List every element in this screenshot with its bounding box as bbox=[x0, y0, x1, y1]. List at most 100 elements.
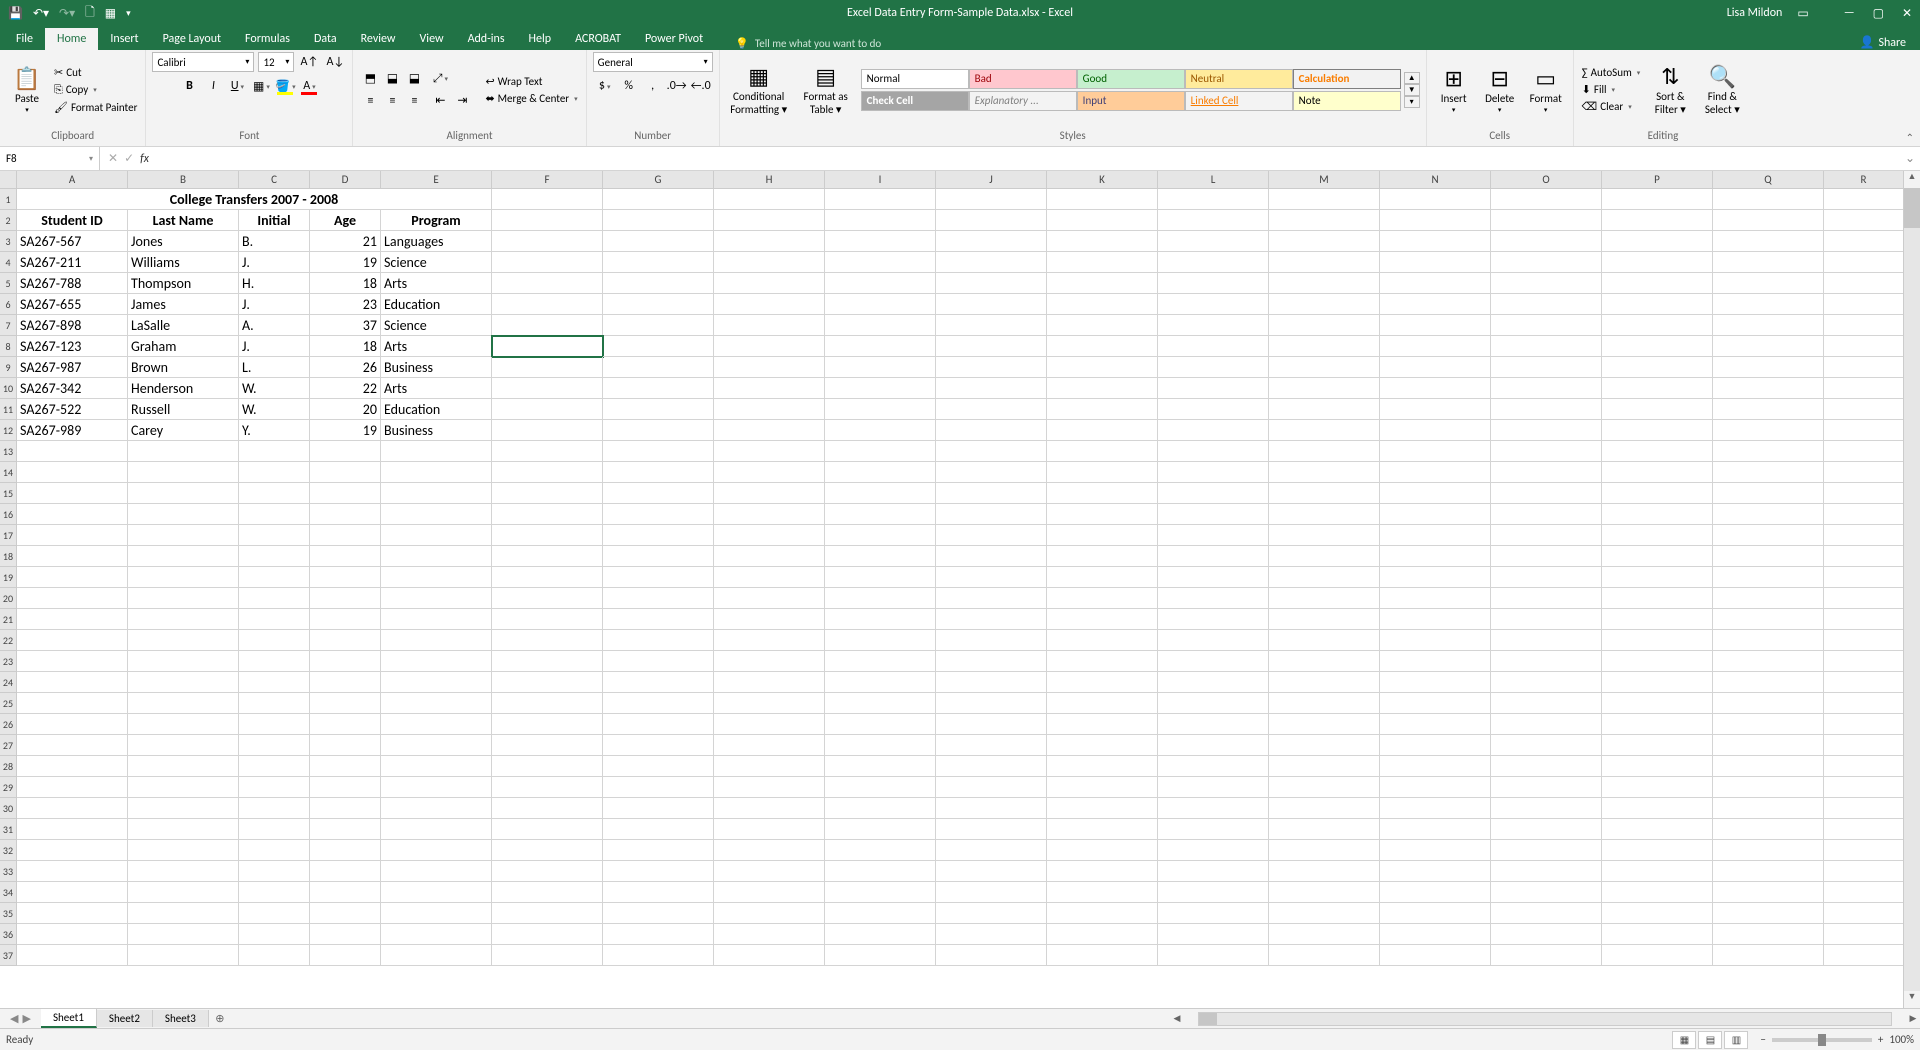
page-break-view-button[interactable]: ▥ bbox=[1724, 1031, 1748, 1049]
row-header-34[interactable]: 34 bbox=[0, 882, 17, 903]
cell-L29[interactable] bbox=[1158, 777, 1269, 798]
cell-C26[interactable] bbox=[239, 714, 310, 735]
cell-Q9[interactable] bbox=[1713, 357, 1824, 378]
cell-B26[interactable] bbox=[128, 714, 239, 735]
cell-D21[interactable] bbox=[310, 609, 381, 630]
cell-L15[interactable] bbox=[1158, 483, 1269, 504]
cell-P24[interactable] bbox=[1602, 672, 1713, 693]
italic-button[interactable]: I bbox=[202, 76, 224, 96]
cell-P26[interactable] bbox=[1602, 714, 1713, 735]
share-button[interactable]: 👤 Share bbox=[1859, 35, 1906, 50]
zoom-out-button[interactable]: − bbox=[1760, 1033, 1765, 1046]
cell-E20[interactable] bbox=[381, 588, 492, 609]
cell-H28[interactable] bbox=[714, 756, 825, 777]
cell-A19[interactable] bbox=[17, 567, 128, 588]
cell-Q15[interactable] bbox=[1713, 483, 1824, 504]
cell-P18[interactable] bbox=[1602, 546, 1713, 567]
cell-P19[interactable] bbox=[1602, 567, 1713, 588]
row-header-27[interactable]: 27 bbox=[0, 735, 17, 756]
cell-H3[interactable] bbox=[714, 231, 825, 252]
cell-J16[interactable] bbox=[936, 504, 1047, 525]
cell-M1[interactable] bbox=[1269, 189, 1380, 210]
cell-G7[interactable] bbox=[603, 315, 714, 336]
tab-file[interactable]: File bbox=[4, 28, 45, 50]
cell-F13[interactable] bbox=[492, 441, 603, 462]
cell-L6[interactable] bbox=[1158, 294, 1269, 315]
cell-M15[interactable] bbox=[1269, 483, 1380, 504]
cell-G18[interactable] bbox=[603, 546, 714, 567]
style-check-cell[interactable]: Check Cell bbox=[861, 91, 969, 111]
cell-M28[interactable] bbox=[1269, 756, 1380, 777]
cell-E35[interactable] bbox=[381, 903, 492, 924]
cell-I21[interactable] bbox=[825, 609, 936, 630]
cell-I17[interactable] bbox=[825, 525, 936, 546]
cell-M37[interactable] bbox=[1269, 945, 1380, 966]
new-sheet-button[interactable]: ⊕ bbox=[209, 1012, 231, 1025]
cell-Q20[interactable] bbox=[1713, 588, 1824, 609]
cell-F25[interactable] bbox=[492, 693, 603, 714]
cell-E14[interactable] bbox=[381, 462, 492, 483]
cell-A13[interactable] bbox=[17, 441, 128, 462]
cell-C16[interactable] bbox=[239, 504, 310, 525]
cell-A1[interactable]: College Transfers 2007 - 2008 bbox=[17, 189, 492, 210]
row-header-31[interactable]: 31 bbox=[0, 819, 17, 840]
increase-decimal-icon[interactable]: .0→ bbox=[666, 76, 688, 96]
cell-O35[interactable] bbox=[1491, 903, 1602, 924]
cell-E22[interactable] bbox=[381, 630, 492, 651]
cell-B11[interactable]: Russell bbox=[128, 399, 239, 420]
cell-E11[interactable]: Education bbox=[381, 399, 492, 420]
cell-E17[interactable] bbox=[381, 525, 492, 546]
cell-F16[interactable] bbox=[492, 504, 603, 525]
cell-L17[interactable] bbox=[1158, 525, 1269, 546]
cell-O29[interactable] bbox=[1491, 777, 1602, 798]
cell-E34[interactable] bbox=[381, 882, 492, 903]
cell-Q16[interactable] bbox=[1713, 504, 1824, 525]
cell-G24[interactable] bbox=[603, 672, 714, 693]
cell-O19[interactable] bbox=[1491, 567, 1602, 588]
scroll-up-icon[interactable]: ▲ bbox=[1904, 171, 1920, 188]
cell-B17[interactable] bbox=[128, 525, 239, 546]
cell-L34[interactable] bbox=[1158, 882, 1269, 903]
cell-K29[interactable] bbox=[1047, 777, 1158, 798]
cell-Q2[interactable] bbox=[1713, 210, 1824, 231]
cell-Q23[interactable] bbox=[1713, 651, 1824, 672]
cell-C9[interactable]: L. bbox=[239, 357, 310, 378]
cell-O23[interactable] bbox=[1491, 651, 1602, 672]
cell-B4[interactable]: Williams bbox=[128, 252, 239, 273]
cell-C29[interactable] bbox=[239, 777, 310, 798]
zoom-level[interactable]: 100% bbox=[1889, 1033, 1914, 1046]
style-input[interactable]: Input bbox=[1077, 91, 1185, 111]
cell-D14[interactable] bbox=[310, 462, 381, 483]
cell-R26[interactable] bbox=[1824, 714, 1904, 735]
cell-B27[interactable] bbox=[128, 735, 239, 756]
cell-M20[interactable] bbox=[1269, 588, 1380, 609]
cell-P11[interactable] bbox=[1602, 399, 1713, 420]
cell-K5[interactable] bbox=[1047, 273, 1158, 294]
tab-acrobat[interactable]: ACROBAT bbox=[563, 28, 633, 50]
col-header-I[interactable]: I bbox=[825, 171, 936, 189]
enter-formula-icon[interactable]: ✓ bbox=[124, 151, 134, 166]
cell-E6[interactable]: Education bbox=[381, 294, 492, 315]
cell-R37[interactable] bbox=[1824, 945, 1904, 966]
align-right-icon[interactable]: ≡ bbox=[403, 91, 425, 111]
cell-O24[interactable] bbox=[1491, 672, 1602, 693]
cell-D6[interactable]: 23 bbox=[310, 294, 381, 315]
cell-E12[interactable]: Business bbox=[381, 420, 492, 441]
cell-A14[interactable] bbox=[17, 462, 128, 483]
cell-A18[interactable] bbox=[17, 546, 128, 567]
cell-K32[interactable] bbox=[1047, 840, 1158, 861]
cell-J21[interactable] bbox=[936, 609, 1047, 630]
cell-I12[interactable] bbox=[825, 420, 936, 441]
cell-K28[interactable] bbox=[1047, 756, 1158, 777]
cell-G8[interactable] bbox=[603, 336, 714, 357]
cell-E24[interactable] bbox=[381, 672, 492, 693]
cell-P3[interactable] bbox=[1602, 231, 1713, 252]
cell-O17[interactable] bbox=[1491, 525, 1602, 546]
cell-H30[interactable] bbox=[714, 798, 825, 819]
cell-C36[interactable] bbox=[239, 924, 310, 945]
cell-N12[interactable] bbox=[1380, 420, 1491, 441]
cell-O13[interactable] bbox=[1491, 441, 1602, 462]
row-header-30[interactable]: 30 bbox=[0, 798, 17, 819]
fill-color-button[interactable]: 🪣 bbox=[274, 76, 296, 96]
cell-N1[interactable] bbox=[1380, 189, 1491, 210]
